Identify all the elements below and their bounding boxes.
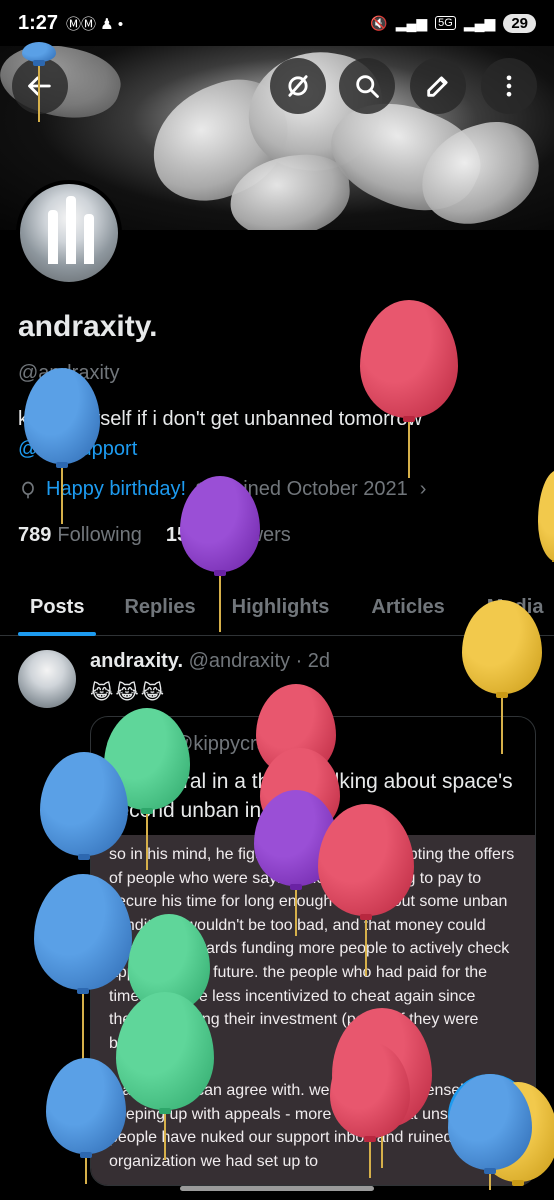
more-options-button[interactable] xyxy=(481,58,537,114)
status-right: 🔇 ▂▄▆ 5G ▂▄▆ 29 xyxy=(370,13,536,33)
mute-icon: 🔇 xyxy=(370,14,388,31)
avatar-spire xyxy=(84,214,94,264)
balloon-string xyxy=(164,1114,166,1160)
balloon-red xyxy=(330,1042,410,1178)
balloon-string xyxy=(82,994,84,1060)
tab-articles[interactable]: Articles xyxy=(329,580,444,636)
following-count: 789 xyxy=(18,524,52,546)
balloon-string xyxy=(38,66,40,122)
post-header: andraxity. @andraxity · 2d xyxy=(90,650,330,673)
balloon-body xyxy=(448,1074,532,1170)
balloon-body xyxy=(24,368,100,464)
search-button[interactable] xyxy=(339,58,395,114)
balloon-body xyxy=(538,470,554,562)
signal-icon-2: ▂▄▆ xyxy=(463,14,496,31)
profile-name: andraxity. xyxy=(18,310,158,343)
balloon-body xyxy=(22,42,56,62)
balloon-blue xyxy=(40,752,128,860)
avatar-spire xyxy=(66,196,76,264)
pencil-icon xyxy=(427,76,448,97)
balloon-yellow xyxy=(538,470,554,562)
balloon-red xyxy=(360,300,458,478)
chevron-right-icon[interactable]: › xyxy=(420,478,427,501)
balloon-blue xyxy=(24,368,100,524)
signal-icon: ▂▄▆ xyxy=(395,14,428,31)
post-author-name[interactable]: andraxity. xyxy=(90,650,183,672)
balloon-string xyxy=(408,422,410,478)
notification-icons: ⓂⓂ ♟ • xyxy=(66,15,124,33)
balloon-knot xyxy=(78,854,90,860)
post-text: 😹😹😹 xyxy=(90,682,167,704)
balloon-blue xyxy=(22,42,56,122)
balloon-string xyxy=(146,814,148,870)
battery-indicator: 29 xyxy=(503,13,536,33)
balloon-string xyxy=(295,890,297,936)
tab-replies[interactable]: Replies xyxy=(84,580,195,636)
status-bar: 1:27 ⓂⓂ ♟ • 🔇 ▂▄▆ 5G ▂▄▆ 29 xyxy=(0,0,554,46)
balloon-yellow xyxy=(462,600,542,754)
balloon-blue xyxy=(46,1058,126,1184)
balloon-string xyxy=(219,576,221,632)
balloon-body xyxy=(116,992,214,1110)
status-time: 1:27 xyxy=(18,11,59,34)
balloon-string xyxy=(369,1142,371,1178)
profile-avatar[interactable] xyxy=(16,180,122,286)
balloon-purple xyxy=(180,476,260,632)
following-label: Following xyxy=(57,524,142,546)
balloon-body xyxy=(330,1042,410,1138)
grok-icon xyxy=(288,75,308,97)
balloon-string xyxy=(489,1174,491,1190)
network-type: 5G xyxy=(435,16,456,30)
balloon-string xyxy=(61,468,63,524)
post-handle-time: @andraxity · 2d xyxy=(188,650,331,672)
following-link[interactable]: 789 Following xyxy=(18,524,142,547)
balloon-string xyxy=(365,920,367,976)
balloon-string xyxy=(85,1158,87,1184)
post-avatar[interactable] xyxy=(18,650,76,708)
balloon-body xyxy=(180,476,260,572)
balloon-blue xyxy=(448,1074,532,1190)
balloon-body xyxy=(318,804,414,916)
balloon-string xyxy=(501,698,503,754)
more-vertical-icon xyxy=(506,75,512,97)
home-indicator xyxy=(180,1186,374,1191)
balloon-green xyxy=(116,992,214,1160)
grok-button[interactable] xyxy=(270,58,326,114)
balloon-body xyxy=(40,752,128,856)
tab-posts[interactable]: Posts xyxy=(0,580,98,636)
balloon-body xyxy=(34,874,132,990)
edit-button[interactable] xyxy=(410,58,466,114)
balloon-red xyxy=(318,804,414,976)
balloon-body xyxy=(46,1058,126,1154)
search-icon xyxy=(356,75,379,98)
balloon-body xyxy=(360,300,458,418)
balloon-body xyxy=(462,600,542,694)
avatar-spire xyxy=(48,210,58,264)
